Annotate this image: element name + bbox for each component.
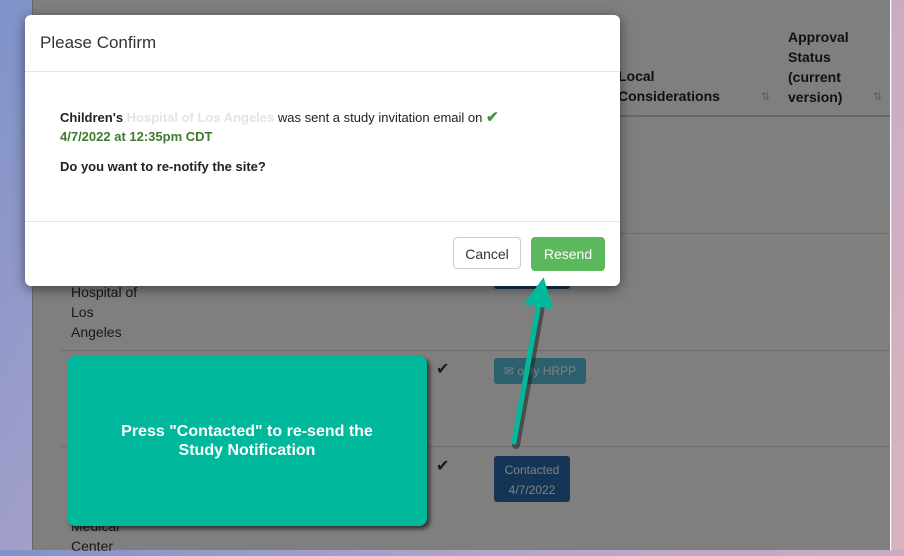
callout-line2: Study Notification bbox=[178, 442, 316, 459]
callout-text: Press "Contacted" to re-send the Study N… bbox=[67, 422, 427, 460]
callout-line1: Press "Contacted" to re-send the bbox=[121, 423, 373, 440]
instruction-callout: Press "Contacted" to re-send the Study N… bbox=[67, 356, 427, 526]
